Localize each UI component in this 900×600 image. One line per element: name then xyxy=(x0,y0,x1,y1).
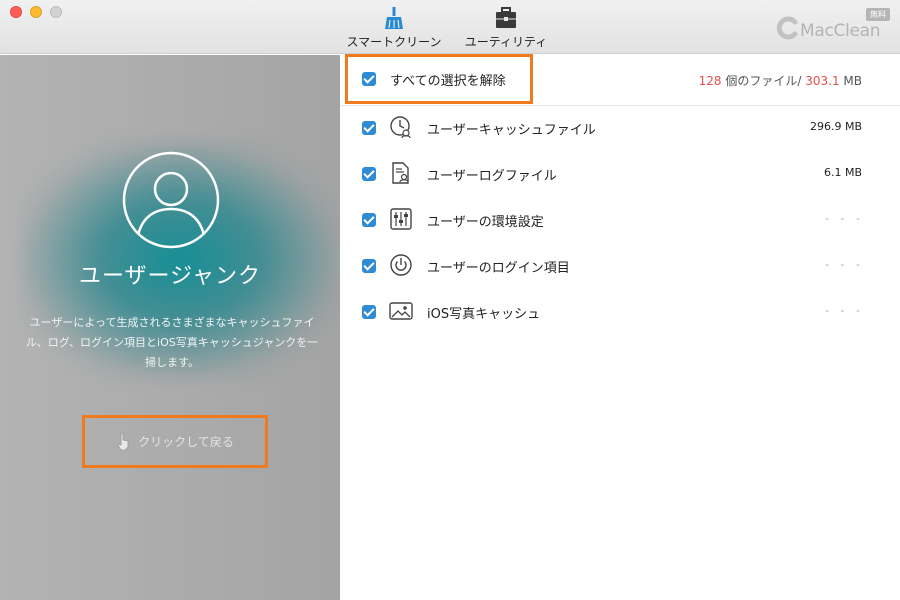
item-size: 6.1 MB xyxy=(823,166,862,179)
item-checkbox[interactable] xyxy=(362,305,376,319)
category-description: ユーザーによって生成されるさまざまなキャッシュファイル、ログ、ログイン項目とiO… xyxy=(25,316,319,369)
log-document-icon xyxy=(392,162,409,184)
item-size: - - - xyxy=(825,212,864,225)
list-item[interactable]: ユーザーログファイル 6.1 MB xyxy=(340,151,900,197)
file-list-panel: すべての選択を解除 128 個のファイル/ 303.1 MB ユーザーキャッシュ… xyxy=(340,54,900,600)
minimize-window-button[interactable] xyxy=(30,6,42,18)
total-size: 303.1 xyxy=(805,74,840,88)
preferences-sliders-icon xyxy=(390,208,412,230)
list-item[interactable]: iOS写真キャッシュ - - - xyxy=(340,289,900,335)
list-item[interactable]: ユーザーの環境設定 - - - xyxy=(340,197,900,243)
list-item[interactable]: ユーザーキャッシュファイル 296.9 MB xyxy=(340,105,900,151)
total-size-unit: MB xyxy=(839,74,862,88)
utility-tab[interactable]: ユーティリティ xyxy=(462,6,550,50)
free-badge: 無料 xyxy=(866,8,890,21)
user-avatar-icon xyxy=(122,151,220,249)
item-label: ユーザーキャッシュファイル xyxy=(427,123,596,138)
category-detail-panel: ユーザージャンク ユーザーによって生成されるさまざまなキャッシュファイル、ログ、… xyxy=(0,55,340,600)
list-item[interactable]: ユーザーのログイン項目 - - - xyxy=(340,243,900,289)
app-logo: MacClean 無料 xyxy=(770,8,890,46)
smart-clean-tab[interactable]: スマートクリーン xyxy=(342,6,446,50)
smart-clean-label: スマートクリーン xyxy=(346,35,442,49)
item-size: - - - xyxy=(825,304,864,317)
item-size: 296.9 MB xyxy=(809,120,862,133)
file-count: 128 xyxy=(698,74,722,88)
select-all-label[interactable]: すべての選択を解除 xyxy=(390,70,506,89)
window-titlebar: スマートクリーン ユーティリティ MacClean 無料 xyxy=(0,0,900,54)
select-all-row: すべての選択を解除 128 個のファイル/ 303.1 MB xyxy=(340,54,900,105)
item-label: iOS写真キャッシュ xyxy=(427,307,541,322)
toolbox-icon xyxy=(496,7,516,28)
power-icon xyxy=(390,254,412,276)
item-label: ユーザーの環境設定 xyxy=(427,215,544,230)
zoom-window-button[interactable] xyxy=(50,6,62,18)
macclean-logo-icon xyxy=(776,16,798,40)
selection-summary: 128 個のファイル/ 303.1 MB xyxy=(699,72,862,89)
utility-label: ユーティリティ xyxy=(464,35,548,49)
item-checkbox[interactable] xyxy=(362,213,376,227)
cache-clock-icon xyxy=(390,116,411,139)
close-window-button[interactable] xyxy=(10,6,22,18)
app-name: MacClean xyxy=(800,21,881,41)
category-title: ユーザージャンク xyxy=(78,264,262,289)
item-label: ユーザーのログイン項目 xyxy=(427,261,570,276)
select-all-checkbox[interactable] xyxy=(362,72,376,86)
back-button-label: クリックして戻る xyxy=(138,435,234,449)
item-checkbox[interactable] xyxy=(362,121,376,135)
file-count-suffix: 個のファイル/ xyxy=(721,74,806,88)
pointing-hand-icon xyxy=(117,433,129,450)
item-checkbox[interactable] xyxy=(362,259,376,273)
broom-icon xyxy=(385,7,403,29)
photo-icon xyxy=(389,302,413,320)
back-button[interactable]: クリックして戻る xyxy=(82,415,268,468)
item-checkbox[interactable] xyxy=(362,167,376,181)
item-size: - - - xyxy=(825,258,864,271)
item-label: ユーザーログファイル xyxy=(427,169,557,184)
